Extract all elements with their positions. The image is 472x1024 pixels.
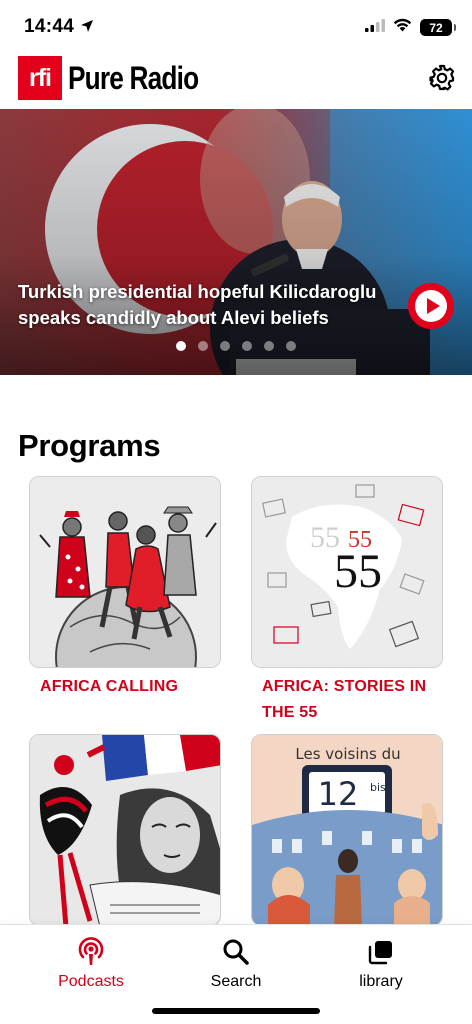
gear-icon	[429, 64, 455, 91]
settings-button[interactable]	[428, 64, 456, 92]
status-bar: 14:44 72	[0, 0, 472, 48]
carousel-dot[interactable]	[198, 341, 208, 351]
art-suffix-text: bis	[370, 781, 386, 794]
wifi-icon	[393, 18, 412, 37]
program-artwork[interactable]: Les voisins du 12 bis	[251, 734, 443, 926]
location-arrow-icon	[80, 19, 94, 38]
app-logo: rfi Pure Radio	[18, 56, 227, 100]
art-title-text: Les voisins du	[295, 745, 400, 763]
app-title: Pure Radio	[68, 59, 199, 96]
program-title[interactable]: AFRICA CALLING	[29, 674, 221, 700]
tab-podcasts[interactable]: Podcasts	[31, 935, 151, 991]
library-icon	[321, 935, 441, 969]
play-button[interactable]	[408, 283, 454, 329]
program-card-africa-stories[interactable]: 55 55 55 AFRICA: STORIES IN THE 55	[251, 476, 443, 726]
podcast-icon	[31, 935, 151, 969]
program-artwork[interactable]: 55 55 55	[251, 476, 443, 668]
carousel-dot[interactable]	[242, 341, 252, 351]
art-number-c: 55	[334, 545, 382, 598]
carousel-dot[interactable]	[286, 341, 296, 351]
carousel-dot[interactable]	[176, 341, 186, 351]
search-icon	[176, 935, 296, 969]
program-card-french-culture[interactable]	[29, 734, 221, 932]
battery-icon: 72	[420, 19, 456, 36]
hero-carousel[interactable]: Turkish presidential hopeful Kilicdarogl…	[0, 109, 472, 375]
program-title[interactable]: AFRICA: STORIES IN THE 55	[251, 674, 443, 726]
hero-title[interactable]: Turkish presidential hopeful Kilicdarogl…	[18, 279, 388, 331]
cellular-signal-icon	[365, 18, 385, 37]
hero-image	[0, 109, 472, 375]
home-indicator	[152, 1008, 320, 1014]
program-artwork[interactable]	[29, 476, 221, 668]
status-time: 14:44	[24, 16, 75, 37]
tab-library[interactable]: library	[321, 935, 441, 991]
tab-label: library	[359, 973, 403, 990]
tab-label: Search	[210, 973, 262, 990]
program-artwork[interactable]	[29, 734, 221, 926]
carousel-pagination	[176, 341, 296, 351]
art-number-text: 12	[318, 775, 359, 813]
programs-heading: Programs	[18, 428, 161, 463]
carousel-dot[interactable]	[264, 341, 274, 351]
program-card-les-voisins[interactable]: Les voisins du 12 bis	[251, 734, 443, 932]
program-card-africa-calling[interactable]: AFRICA CALLING	[29, 476, 221, 700]
tab-search[interactable]: Search	[176, 935, 296, 991]
carousel-dot[interactable]	[220, 341, 230, 351]
tab-label: Podcasts	[58, 973, 124, 990]
app-header: rfi Pure Radio	[0, 52, 472, 104]
rfi-logo-mark: rfi	[18, 56, 62, 100]
status-indicators: 72	[365, 18, 456, 37]
